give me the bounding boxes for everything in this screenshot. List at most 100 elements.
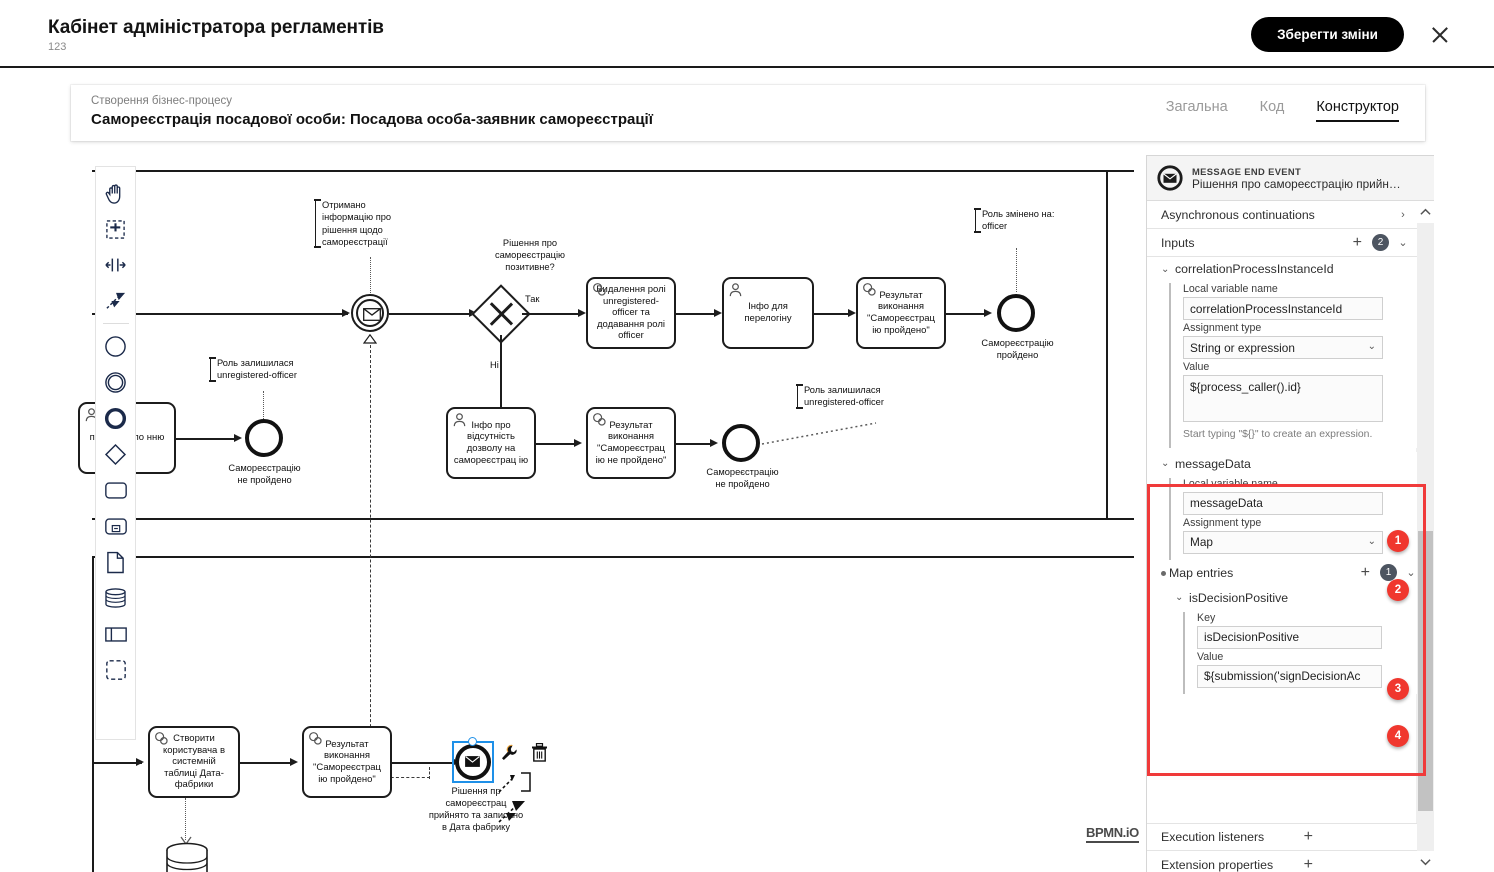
add-map-entry-icon[interactable]: + [1361,564,1370,581]
data-store-icon[interactable] [164,842,210,872]
add-execution-listener-icon[interactable]: + [1304,829,1313,845]
intermediate-message-event[interactable] [351,294,389,332]
data-store-icon[interactable] [101,580,131,616]
group-async-continuations[interactable]: Asynchronous continuations › [1147,201,1417,229]
bpmn-canvas[interactable]: Отримано інформацію про рішення щодо сам… [70,152,1144,872]
connect-tool-icon[interactable] [101,283,131,319]
local-variable-name-input[interactable] [1183,491,1383,515]
process-title: Самореєстрація посадової особи: Посадова… [91,111,653,128]
annotation-connector-1 [370,257,371,293]
task-result-ok-bottom[interactable]: Результат виконання "Самореєстрац ію про… [302,726,392,798]
gateway-icon[interactable] [101,436,131,472]
map-entry-header[interactable]: ⌄ isDecisionPositive [1161,586,1417,610]
connect-icon[interactable] [498,800,528,824]
assignment-type-wrapper: String or expression ⌄ [1183,336,1383,359]
properties-scrollbar-track[interactable] [1416,201,1434,872]
flow-5 [814,313,852,315]
flow-event-gateway [389,313,474,315]
intermediate-event-icon[interactable] [101,364,131,400]
local-variable-name-input[interactable] [1183,297,1383,320]
input-entry-correlation-header[interactable]: ⌄ correlationProcessInstanceId [1147,257,1417,281]
space-tool-icon[interactable] [101,247,131,283]
message-flow-vertical [370,345,371,777]
map-entries-row[interactable]: Map entries + 1 ⌄ [1155,560,1417,586]
task-info-relogin[interactable]: Інфо для перелогіну [722,277,814,349]
message-end-event-selected[interactable] [455,744,491,780]
flow-7 [536,443,578,445]
group-inputs[interactable]: Inputs + 2 ⌄ [1147,229,1417,257]
tab-code[interactable]: Код [1260,99,1285,120]
annotation-connector-3 [761,422,877,445]
tab-constructor[interactable]: Конструктор [1316,99,1399,122]
process-card: Створення бізнес-процесу Самореєстрація … [71,85,1425,141]
chevron-down-icon[interactable]: ⌄ [1405,566,1417,579]
inputs-count-badge: 2 [1372,234,1389,251]
input-entry-messagedata-header[interactable]: ⌄ messageData [1147,452,1417,476]
service-task-icon [155,732,168,745]
data-object-icon[interactable] [101,544,131,580]
local-variable-name-label: Local variable name [1183,477,1278,490]
flow-8 [676,443,714,445]
assignment-type-select[interactable]: String or expression [1183,336,1383,359]
flow-arrow-4 [714,309,722,317]
task-info-no-permission[interactable]: Інфо про відсутність дозволу на самореєс… [446,407,536,479]
gateway-x-icon [480,293,522,335]
properties-panel: MESSAGE END EVENT Рішення про самореєстр… [1146,155,1434,872]
scroll-up-icon[interactable] [1416,201,1434,223]
add-input-icon[interactable]: + [1353,234,1362,251]
close-icon[interactable] [1430,25,1450,45]
process-tabs: Загальна Код Конструктор [1166,99,1399,122]
tab-general[interactable]: Загальна [1166,99,1228,120]
add-extension-property-icon[interactable]: + [1304,856,1313,872]
group-extension-properties[interactable]: Extension properties + [1147,851,1417,872]
assignment-type-select[interactable]: Map [1183,530,1383,554]
local-variable-name-label: Local variable name [1183,283,1278,295]
value-textarea[interactable]: ${process_caller().id} [1183,375,1383,422]
task-icon[interactable] [101,472,131,508]
append-icon[interactable] [498,772,532,794]
flow-11 [240,762,294,764]
flow-arrow-6 [984,309,992,317]
app-root: Кабінет адміністратора регламентів 123 З… [0,0,1494,872]
flow-4 [676,313,718,315]
properties-scrollbar-thumb[interactable] [1418,531,1433,811]
save-button[interactable]: Зберегти зміни [1251,17,1404,52]
map-value-label: Value [1197,650,1224,663]
selection-handle[interactable] [468,737,477,746]
end-event-fail-left[interactable] [245,419,283,457]
map-entries-label: Map entries [1169,565,1234,580]
end-event-ok-top[interactable] [997,294,1035,332]
assignment-type-wrapper: Map ⌄ [1183,530,1383,554]
scroll-down-icon[interactable] [1416,851,1434,872]
marker-3: 3 [1387,678,1409,700]
flow-arrow-3 [578,309,586,317]
map-key-label: Key [1197,611,1216,624]
subprocess-icon[interactable] [101,508,131,544]
task-result-ok-top[interactable]: Результат виконання "Самореєстрац ію про… [856,277,946,349]
bpmn-palette[interactable] [95,166,136,740]
map-key-input[interactable] [1197,625,1382,649]
end-event-fail-mid[interactable] [722,424,760,462]
group-icon[interactable] [101,652,131,688]
wrench-icon[interactable] [500,744,518,762]
group-execution-listeners[interactable]: Execution listeners + [1147,823,1417,851]
chevron-down-icon[interactable]: ⌄ [1397,236,1409,249]
map-value-input[interactable] [1197,664,1382,688]
element-type-label: MESSAGE END EVENT [1192,165,1302,177]
process-eyebrow: Створення бізнес-процесу [91,95,232,107]
hand-tool-icon[interactable] [101,175,131,211]
participant-icon[interactable] [101,616,131,652]
flow-arrow-8 [710,439,718,447]
task-result-fail[interactable]: Результат виконання "Самореєстрац ію не … [586,407,676,479]
assignment-type-label: Assignment type [1183,516,1262,529]
annotation-received-info: Отримано інформацію про рішення щодо сам… [314,199,407,249]
map-entries-bullet [1161,570,1166,576]
trash-icon[interactable] [531,743,548,762]
task-create-user[interactable]: Створити користувача в системній таблиці… [148,726,240,798]
pool-border-lower-left [92,556,94,872]
start-event-icon[interactable] [101,328,131,364]
lasso-tool-icon[interactable] [101,211,131,247]
end-event-icon[interactable] [101,400,131,436]
group-label: Inputs [1161,235,1195,250]
task-remove-role[interactable]: Видалення ролі unregistered-officer та д… [586,277,676,349]
